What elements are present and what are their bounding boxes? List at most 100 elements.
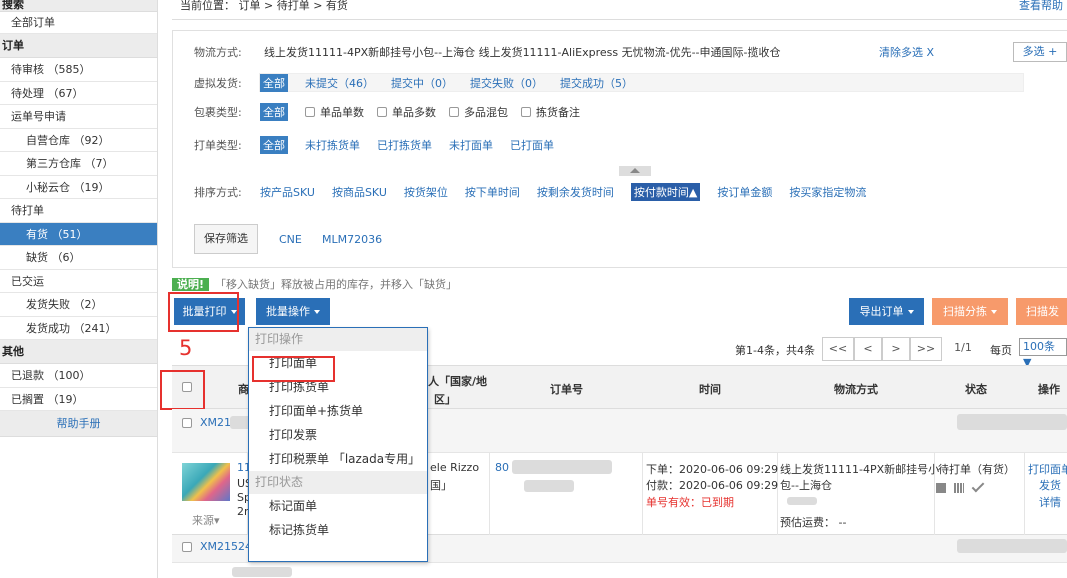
filter-row-sort: 排序方式: 按产品SKU 按商品SKU 按货架位 按下单时间 按剩余发货时间 按… xyxy=(194,183,883,201)
help-link[interactable]: 查看帮助 xyxy=(1019,0,1063,12)
menu-item-mark-pick-list[interactable]: 标记拣货单 xyxy=(249,518,427,542)
sidebar-section-search[interactable]: 搜索 xyxy=(0,0,157,12)
batch-ops-button[interactable]: 批量操作 xyxy=(256,298,330,325)
paid-time: 付款：2020-06-06 09:29 xyxy=(646,479,779,492)
barcode-icon[interactable] xyxy=(954,483,964,493)
checkbox[interactable] xyxy=(449,107,459,117)
sort-label: 排序方式: xyxy=(194,186,242,199)
menu-item-print-tax-invoice[interactable]: 打印税票单 「lazada专用」 xyxy=(249,447,427,471)
multi-select-button[interactable]: 多选 + xyxy=(1013,42,1067,62)
sort-product-sku[interactable]: 按产品SKU xyxy=(260,184,315,200)
group-order-number[interactable]: XM21 xyxy=(200,416,231,429)
page-next-button[interactable]: > xyxy=(882,337,910,361)
scan-ship-button[interactable]: 扫描发货 xyxy=(1016,298,1067,325)
redacted-block xyxy=(957,414,1067,430)
page-last-button[interactable]: >> xyxy=(910,337,942,361)
export-orders-button[interactable]: 导出订单 xyxy=(849,298,924,325)
col-recipient-1: 人「国家/地 xyxy=(428,375,488,388)
sidebar-item-third-warehouse[interactable]: 第三方仓库 （7） xyxy=(0,152,157,176)
estimated-fee: 预估运费： -- xyxy=(780,516,847,529)
package-option-all[interactable]: 全部 xyxy=(260,103,288,121)
package-option-mixed[interactable]: 多品混包 xyxy=(449,104,508,120)
pagination-count: 第1-4条，共4条 xyxy=(735,344,815,357)
sidebar-item-ship-success[interactable]: 发货成功 （241） xyxy=(0,316,157,340)
clear-multi-select-link[interactable]: 清除多选 X xyxy=(879,44,934,60)
print-option-unprinted-pick[interactable]: 未打拣货单 xyxy=(305,137,360,153)
highlight-select-all xyxy=(160,370,205,410)
info-note: 说明! 「移入缺货」释放被占用的库存，并移入「缺货」 xyxy=(172,276,457,292)
print-option-unprinted-label[interactable]: 未打面单 xyxy=(449,137,493,153)
sidebar-item-self-warehouse[interactable]: 自营仓库 （92） xyxy=(0,128,157,152)
column-divider xyxy=(1024,453,1025,535)
virtual-option-all[interactable]: 全部 xyxy=(260,74,288,92)
virtual-option-failed[interactable]: 提交失败（0） xyxy=(470,75,543,91)
sort-goods-sku[interactable]: 按商品SKU xyxy=(332,184,387,200)
saved-filter-mlm[interactable]: MLM72036 xyxy=(322,233,382,246)
sidebar-item-ship-failed[interactable]: 发货失败 （2） xyxy=(0,293,157,317)
package-option-pick-note[interactable]: 拣货备注 xyxy=(521,104,580,120)
print-option-all[interactable]: 全部 xyxy=(260,136,288,154)
virtual-option-success[interactable]: 提交成功（5） xyxy=(560,75,633,91)
col-logistics: 物流方式 xyxy=(834,383,878,396)
sidebar-item-refunded[interactable]: 已退款 （100） xyxy=(0,364,157,388)
virtual-option-submitting[interactable]: 提交中（0） xyxy=(391,75,453,91)
collapse-toggle-icon[interactable] xyxy=(619,166,651,176)
source-dropdown[interactable]: 来源▾ xyxy=(192,512,220,528)
package-option-single-multi[interactable]: 单品多数 xyxy=(377,104,436,120)
group-checkbox[interactable] xyxy=(182,418,192,428)
print-type-label: 打单类型: xyxy=(194,139,242,152)
status-icons xyxy=(936,479,985,493)
sidebar-item-shipped[interactable]: 已交运 xyxy=(0,269,157,293)
sidebar-item-out-stock[interactable]: 缺货 （6） xyxy=(0,246,157,270)
page-first-button[interactable]: << xyxy=(822,337,854,361)
page-indicator: 1/1 xyxy=(948,337,978,361)
menu-item-print-invoice[interactable]: 打印发票 xyxy=(249,423,427,447)
sort-order-time[interactable]: 按下单时间 xyxy=(465,184,520,200)
saved-filter-cne[interactable]: CNE xyxy=(279,233,302,246)
menu-item-mark-label[interactable]: 标记面单 xyxy=(249,494,427,518)
sidebar-item-pending-review[interactable]: 待审核 （585） xyxy=(0,58,157,82)
sidebar-item-pending-process[interactable]: 待处理 （67） xyxy=(0,81,157,105)
sort-order-amount[interactable]: 按订单金额 xyxy=(717,184,772,200)
save-filter-button[interactable]: 保存筛选 xyxy=(194,224,258,254)
tracking-validity: 单号有效：已到期 xyxy=(646,496,734,509)
sidebar-item-to-print[interactable]: 待打单 xyxy=(0,199,157,223)
action-print-label[interactable]: 打印面单 xyxy=(1028,461,1067,477)
print-option-printed-label[interactable]: 已打面单 xyxy=(510,137,554,153)
group-checkbox[interactable] xyxy=(182,542,192,552)
copy-icon[interactable] xyxy=(936,483,946,493)
action-detail[interactable]: 详情 xyxy=(1039,494,1061,510)
print-option-printed-pick[interactable]: 已打拣货单 xyxy=(377,137,432,153)
checkbox[interactable] xyxy=(521,107,531,117)
sort-payment-time[interactable]: 按付款时间▲ xyxy=(630,183,701,201)
package-option-single-single[interactable]: 单品单数 xyxy=(305,104,364,120)
redacted-block xyxy=(524,480,574,492)
col-recipient-2: 区」 xyxy=(434,393,456,406)
redacted-block xyxy=(787,497,817,505)
sort-shelf[interactable]: 按货架位 xyxy=(404,184,448,200)
help-manual-link[interactable]: 帮助手册 xyxy=(0,411,157,437)
package-label: 包裹类型: xyxy=(194,106,242,119)
menu-item-print-label-and-pick[interactable]: 打印面单+拣货单 xyxy=(249,399,427,423)
checkbox[interactable] xyxy=(377,107,387,117)
col-time: 时间 xyxy=(699,383,721,396)
sidebar-item-xiaomi-cloud[interactable]: 小秘云仓 （19） xyxy=(0,175,157,199)
scan-sort-button[interactable]: 扫描分拣 xyxy=(932,298,1008,325)
sidebar-item-tracking-request[interactable]: 运单号申请 xyxy=(0,105,157,129)
dropdown-section-print-status: 打印状态 xyxy=(249,471,427,494)
page-prev-button[interactable]: < xyxy=(854,337,882,361)
sort-remaining-time[interactable]: 按剩余发货时间 xyxy=(537,184,614,200)
col-status: 状态 xyxy=(965,383,987,396)
sidebar-item-shelved[interactable]: 已搁置 （19） xyxy=(0,387,157,411)
checkbox[interactable] xyxy=(305,107,315,117)
order-number[interactable]: 80 xyxy=(495,461,509,474)
sidebar-item-in-stock[interactable]: 有货 （51） xyxy=(0,222,157,246)
per-page-select[interactable]: 100条 ▼ xyxy=(1019,338,1067,369)
redacted-block xyxy=(232,567,292,577)
sidebar-item-all-orders[interactable]: 全部订单 xyxy=(0,12,157,34)
virtual-option-unsubmitted[interactable]: 未提交（46） xyxy=(305,75,374,91)
logistics-selected-text: 线上发货11111-4PX新邮挂号小包--上海仓 线上发货11111-AliEx… xyxy=(264,46,781,59)
sort-buyer-logistics[interactable]: 按买家指定物流 xyxy=(789,184,866,200)
product-thumbnail[interactable] xyxy=(182,463,230,501)
action-ship[interactable]: 发货 xyxy=(1039,477,1061,493)
